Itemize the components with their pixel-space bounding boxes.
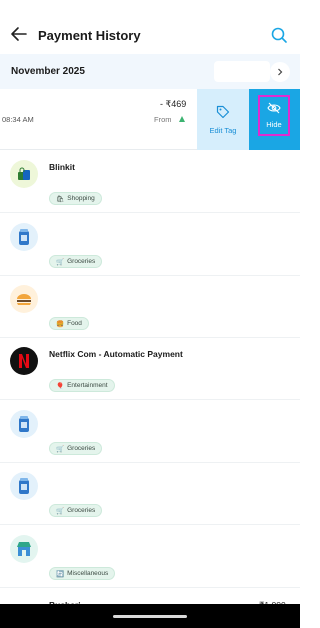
transaction-amount: - ₹469 [160,99,187,109]
list-item[interactable]: 🍔 Food [0,275,300,338]
edit-tag-label: Edit Tag [209,125,237,135]
category-tag[interactable]: 🛒 Groceries [49,504,103,517]
transaction-name: Netflix Com - Automatic Payment [49,349,183,359]
category-icon: 🛍 [56,195,65,203]
category-tag[interactable]: 🎈 Entertainment [49,379,115,392]
store-icon [15,541,33,557]
next-month-button[interactable] [270,62,290,82]
category-icon: 🎈 [56,382,65,390]
shopping-bag-icon [16,166,32,182]
tag-icon [216,105,230,118]
transaction-from-label: From [154,115,172,124]
category-tag[interactable]: 🛒 Groceries [49,255,103,268]
merchant-avatar [10,472,38,500]
hide-highlight: Hide [258,95,290,136]
category-tag[interactable]: 🍔 Food [49,317,89,330]
list-item[interactable]: Netflix Com - Automatic Payment 🎈 Entertai… [0,337,300,400]
list-item[interactable]: 🛒 Groceries [0,462,300,525]
month-label: November 2025 [11,66,85,77]
category-tag[interactable]: 🔄 Miscellaneous [49,567,116,580]
chevron-right-icon [278,68,283,76]
app-header: Payment History [0,0,300,54]
home-gesture-handle[interactable] [113,615,187,618]
transaction-time: 08:34 AM [2,115,34,124]
category-label: Groceries [67,507,96,514]
list-item[interactable]: 🛒 Groceries [0,400,300,463]
food-icon [15,291,33,307]
merchant-avatar [10,410,38,438]
category-label: Entertainment [67,382,108,389]
list-item[interactable]: 🛒 Groceries [0,213,300,276]
category-tag[interactable]: 🛒 Groceries [49,442,103,455]
system-navigation-bar [0,604,300,628]
category-label: Groceries [67,258,96,265]
hide-button[interactable]: Hide [249,89,300,150]
merchant-avatar [10,223,38,251]
merchant-avatar [10,160,38,188]
upi-icon [179,116,185,122]
merchant-avatar [10,285,38,313]
arrow-left-icon[interactable] [10,24,28,44]
netflix-logo-icon [18,353,30,369]
category-icon: 🛒 [56,507,65,515]
grocery-jar-icon [17,228,31,246]
transaction-name: Blinkit [49,162,75,172]
category-label: Food [67,320,82,327]
category-icon: 🍔 [56,320,65,328]
list-item[interactable]: Blinkit 🛍 Shopping [0,150,300,213]
category-label: Groceries [67,445,96,452]
category-tag[interactable]: 🛍 Shopping [49,192,102,205]
category-icon: 🔄 [56,570,65,578]
merchant-avatar [10,347,38,375]
grocery-jar-icon [17,415,31,433]
merchant-avatar [10,535,38,563]
category-label: Shopping [67,195,95,202]
month-filter-bar: November 2025 [0,54,300,89]
category-icon: 🛒 [56,258,65,266]
list-item[interactable]: 🔄 Miscellaneous [0,525,300,588]
category-icon: 🛒 [56,445,65,453]
month-summary-box[interactable] [214,61,270,82]
edit-tag-button[interactable]: Edit Tag [197,89,249,150]
hide-label: Hide [266,120,282,129]
page-title: Payment History [38,28,141,43]
category-label: Miscellaneous [67,570,109,577]
eye-off-icon [267,102,281,114]
search-icon[interactable] [270,26,288,44]
grocery-jar-icon [17,477,31,495]
